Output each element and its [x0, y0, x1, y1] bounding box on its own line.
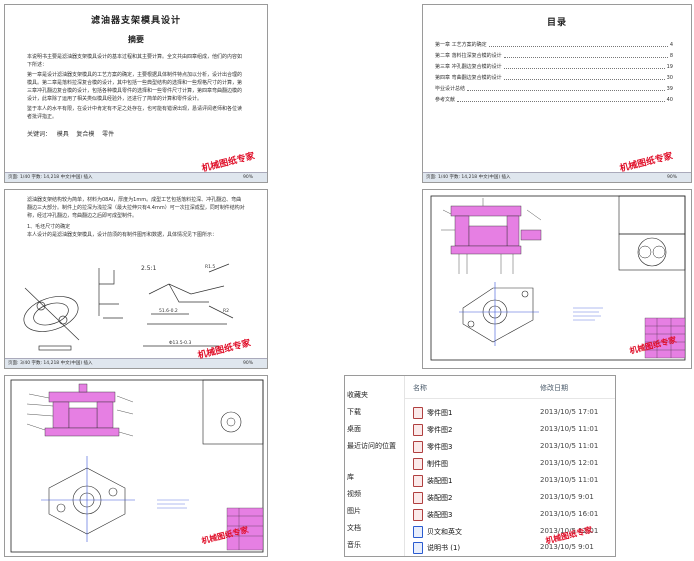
- body-paragraph: 本人设计的是滤油器支架模具，设计前须的有制件图形和数据，具体情况见下图所示：: [27, 232, 218, 238]
- dwg-file-icon: [413, 424, 423, 436]
- word-status-bar: 页面: 1/40 字数: 14,218 中文(中国) 插入 90%: [5, 172, 267, 182]
- dwg-file-icon: [413, 492, 423, 504]
- keywords-line: 关键词： 模具 复合模 零件: [27, 131, 245, 139]
- nav-item-pictures[interactable]: 图片: [347, 506, 361, 516]
- zoom-level[interactable]: 90%: [667, 173, 677, 182]
- file-row[interactable]: 零件图32013/10/5 11:01DWG 文: [405, 438, 615, 455]
- nav-item-libraries[interactable]: 库: [347, 472, 354, 482]
- status-text: 页面: 3/40 字数: 14,218 中文(中国) 插入: [8, 361, 93, 366]
- watermark: 机械图纸专家: [618, 151, 674, 175]
- document-page-blank-size: 滤油器支架结构较为简单，材料为08Al，厚度为1mm。成型工艺包括落料拉深、冲孔…: [4, 189, 268, 369]
- status-text: 页面: 1/40 字数: 14,218 中文(中国) 插入: [8, 175, 93, 180]
- zoom-level[interactable]: 90%: [243, 359, 253, 368]
- scale-label: 2.5:1: [141, 265, 157, 272]
- word-status-bar: 页面: 3/40 字数: 14,218 中文(中国) 插入 90%: [5, 358, 267, 368]
- dimension-label: R2: [223, 308, 229, 314]
- nav-item-documents[interactable]: 文档: [347, 523, 361, 533]
- word-status-bar: 页面: 1/40 字数: 14,218 中文(中国) 插入 90%: [423, 172, 691, 182]
- abstract-paragraph-3: 鉴于本人的水平有限，在设计中肯定有不足之处存在，也可能有错误出现，恳请评阅老师和…: [27, 106, 243, 120]
- abstract-paragraph-2: 第一章是设计滤油器支架模具的工艺方案的确定，主要根据具体制件特点加以分析，设计出…: [27, 72, 243, 102]
- document-page-abstract: 滤油器支架模具设计 摘要 本说明书主要是滤油器支架模具设计的基本过程和其主要计算…: [4, 4, 268, 183]
- abstract-paragraph-1: 本说明书主要是滤油器支架模具设计的基本过程和其主要计算。全文共由四章组成，他们的…: [27, 54, 243, 68]
- toc-entry[interactable]: 第三章 冲孔翻边复合模的设计 19: [435, 63, 673, 71]
- column-header: 名称 修改日期 类型: [405, 376, 615, 399]
- keyword: 复合模: [76, 131, 95, 138]
- toc-entry[interactable]: 第四章 弯曲翻边复合模的设计 30: [435, 74, 673, 82]
- dimension-label: Φ13.5-0.3: [169, 340, 191, 346]
- dimension-label: R1.5: [205, 264, 215, 270]
- file-row[interactable]: 零件图22013/10/5 11:01DWG 文: [405, 421, 615, 438]
- status-text: 页面: 1/40 字数: 14,218 中文(中国) 插入: [426, 175, 511, 180]
- file-row[interactable]: 装配图32013/10/5 16:01DWG 文: [405, 506, 615, 523]
- document-title: 滤油器支架模具设计: [90, 16, 181, 26]
- toc-entry[interactable]: 参考文献 40: [435, 96, 673, 104]
- zoom-level[interactable]: 90%: [243, 173, 253, 182]
- toc-entry[interactable]: 第一章 工艺方案的确定 4: [435, 41, 673, 49]
- toc-title: 目录: [546, 18, 567, 28]
- file-row[interactable]: 制件图2013/10/5 12:01DWG 文: [405, 455, 615, 472]
- word-file-icon: [413, 542, 423, 554]
- word-file-icon: [413, 526, 423, 538]
- dwg-file-icon: [413, 475, 423, 487]
- keyword: 模具: [56, 131, 69, 138]
- nav-item-videos[interactable]: 视频: [347, 489, 361, 499]
- dwg-file-icon: [413, 441, 423, 453]
- dwg-file-icon: [413, 458, 423, 470]
- nav-item-music[interactable]: 音乐: [347, 540, 361, 550]
- navigation-pane: 收藏夹 下载 桌面 最近访问的位置 库 视频 图片 文档 音乐: [345, 376, 405, 556]
- watermark: 机械图纸专家: [200, 151, 256, 175]
- column-date[interactable]: 修改日期: [540, 383, 568, 393]
- keyword: 零件: [102, 131, 115, 138]
- dwg-file-icon: [413, 509, 423, 521]
- nav-item-recent[interactable]: 最近访问的位置: [347, 441, 396, 451]
- file-row[interactable]: 零件图12013/10/5 17:01DWG 文: [405, 404, 615, 421]
- abstract-heading: 摘要: [128, 35, 144, 44]
- dimension-label: 51.6-0.2: [159, 308, 178, 314]
- nav-item-downloads[interactable]: 下载: [347, 407, 361, 417]
- nav-item-desktop[interactable]: 桌面: [347, 424, 361, 434]
- nav-item-favorites[interactable]: 收藏夹: [347, 390, 368, 400]
- document-page-toc: 目录 第一章 工艺方案的确定 4 第二章 落料拉深复合模的设计 8 第三章 冲孔翻边…: [422, 4, 692, 183]
- part-drawing: 2.5:1 R1.5 51.6-0.2 R2 Φ13.5-0.3: [23, 263, 234, 351]
- toc-entry[interactable]: 毕业设计总结 39: [435, 85, 673, 93]
- dwg-file-icon: [413, 407, 423, 419]
- file-explorer-window: 收藏夹 下载 桌面 最近访问的位置 库 视频 图片 文档 音乐 名称 修改日期 …: [344, 375, 616, 557]
- toc-entry[interactable]: 第二章 落料拉深复合模的设计 8: [435, 52, 673, 60]
- file-row[interactable]: 装配图12013/10/5 11:01DWG 文: [405, 472, 615, 489]
- column-name[interactable]: 名称: [413, 383, 427, 393]
- cad-drawing-assembly-2: 机械图纸专家: [4, 375, 268, 557]
- body-paragraph: 滤油器支架结构较为简单，材料为08Al，厚度为1mm。成型工艺包括落料拉深、冲孔…: [27, 197, 245, 219]
- file-row[interactable]: 装配图22013/10/5 9:01DWG 文: [405, 489, 615, 506]
- cad-drawing-assembly: 机械图纸专家: [422, 189, 692, 369]
- section-heading: 1、毛坯尺寸的确定: [27, 224, 71, 230]
- keywords-label: 关键词：: [27, 131, 52, 138]
- file-row[interactable]: 说明书 (1)2013/10/5 9:01Micros: [405, 539, 615, 556]
